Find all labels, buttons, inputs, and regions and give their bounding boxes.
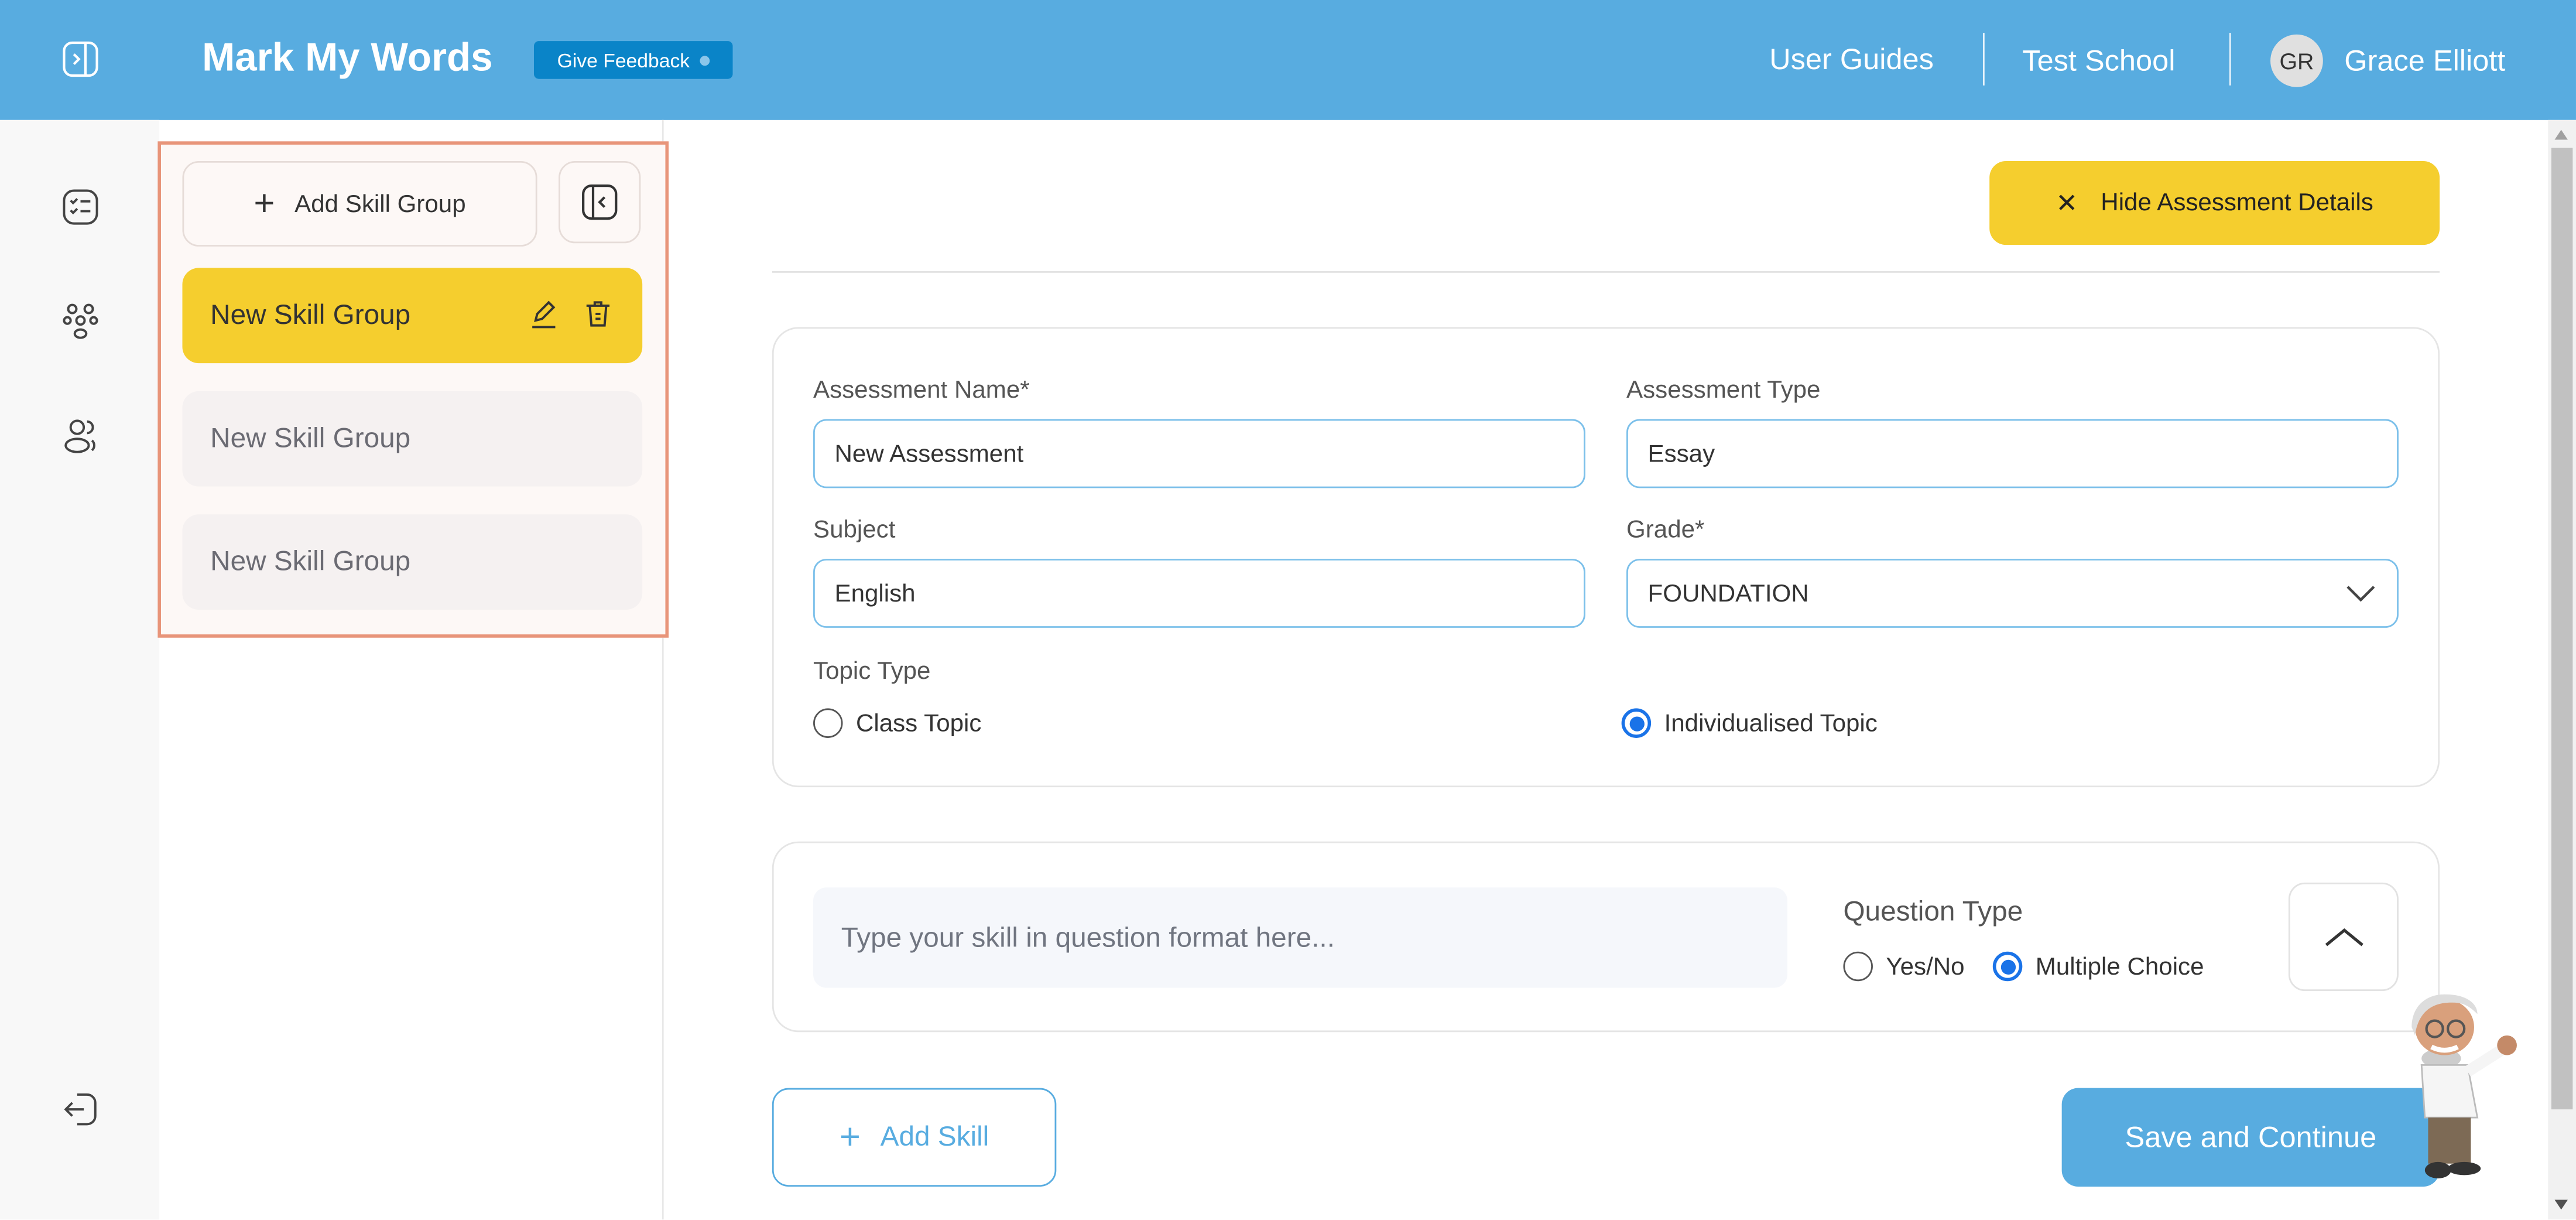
radio-selected-icon — [1992, 951, 2023, 982]
give-feedback-button[interactable]: Give Feedback — [533, 41, 733, 79]
plus-icon: + — [254, 182, 275, 224]
collapse-skill-button[interactable] — [2288, 882, 2399, 992]
class-topic-radio[interactable]: Class Topic — [813, 708, 981, 738]
chevron-down-icon — [2347, 586, 2375, 602]
chevron-up-icon — [2324, 928, 2363, 946]
scroll-down-icon[interactable] — [2554, 1200, 2568, 1210]
yes-no-radio[interactable]: Yes/No — [1843, 951, 1965, 982]
radio-label: Individualised Topic — [1664, 709, 1878, 737]
add-skill-label: Add Skill — [880, 1120, 989, 1153]
assessment-name-input[interactable]: New Assessment — [813, 419, 1585, 488]
radio-label: Multiple Choice — [2035, 952, 2204, 980]
top-header: Mark My Words Give Feedback User Guides … — [0, 0, 2576, 120]
skill-question-input[interactable]: Type your skill in question format here.… — [813, 887, 1788, 988]
scrollbar[interactable] — [2548, 119, 2576, 1220]
feedback-label: Give Feedback — [557, 48, 690, 72]
question-type-label: Question Type — [1843, 896, 2023, 927]
skill-group-item[interactable]: New Skill Group — [182, 391, 643, 487]
skill-group-label: New Skill Group — [210, 545, 411, 577]
school-name[interactable]: Test School — [2022, 45, 2175, 79]
plus-icon: + — [839, 1116, 861, 1157]
panel-toggle-icon[interactable] — [59, 38, 102, 81]
divider — [1982, 33, 1985, 86]
assessment-name-label: Assessment Name* — [813, 376, 1030, 405]
subject-label: Subject — [813, 516, 896, 544]
edit-icon[interactable] — [527, 298, 560, 339]
radio-label: Class Topic — [855, 709, 982, 737]
grade-select[interactable]: FOUNDATION — [1626, 559, 2399, 628]
user-name[interactable]: Grace Elliott — [2344, 45, 2505, 79]
skill-group-item[interactable]: New Skill Group — [182, 514, 643, 610]
skill-group-label: New Skill Group — [210, 299, 411, 331]
mascot-image[interactable] — [2402, 986, 2527, 1184]
collapse-panel-button[interactable] — [559, 160, 641, 244]
subject-input[interactable]: English — [813, 559, 1585, 628]
radio-label: Yes/No — [1886, 952, 1965, 980]
divider — [772, 271, 2440, 273]
avatar[interactable]: GR — [2270, 34, 2323, 87]
add-skill-group-button[interactable]: + Add Skill Group — [182, 160, 537, 247]
radio-icon — [1843, 951, 1873, 982]
topic-type-label: Topic Type — [813, 657, 931, 686]
scrollbar-thumb[interactable] — [2551, 148, 2573, 1110]
hide-details-label: Hide Assessment Details — [2101, 189, 2373, 217]
groups-icon[interactable] — [59, 301, 102, 344]
assessment-list-icon[interactable] — [59, 186, 102, 228]
app-title: Mark My Words — [202, 36, 493, 81]
left-rail — [0, 119, 160, 1220]
hide-assessment-details-button[interactable]: ✕ Hide Assessment Details — [1989, 160, 2440, 245]
divider — [2229, 33, 2231, 86]
dot-icon — [700, 55, 710, 65]
delete-icon[interactable] — [581, 298, 614, 339]
user-guides-link[interactable]: User Guides — [1769, 43, 1934, 77]
assessment-type-input[interactable]: Essay — [1626, 419, 2399, 488]
assessment-type-label: Assessment Type — [1626, 376, 1821, 405]
save-and-continue-button[interactable]: Save and Continue — [2061, 1088, 2440, 1187]
grade-label: Grade* — [1626, 516, 1705, 544]
add-skill-button[interactable]: + Add Skill — [772, 1088, 1057, 1187]
multiple-choice-radio[interactable]: Multiple Choice — [1992, 951, 2204, 982]
scroll-up-icon[interactable] — [2554, 129, 2568, 140]
grade-value: FOUNDATION — [1647, 579, 1809, 607]
individualised-topic-radio[interactable]: Individualised Topic — [1621, 708, 1878, 738]
add-skill-group-label: Add Skill Group — [294, 190, 466, 218]
logout-icon[interactable] — [59, 1088, 102, 1131]
skill-group-item[interactable]: New Skill Group — [182, 268, 643, 364]
radio-selected-icon — [1621, 708, 1652, 738]
users-icon[interactable] — [59, 414, 102, 457]
close-icon: ✕ — [2056, 190, 2078, 218]
skill-group-label: New Skill Group — [210, 422, 411, 454]
collapse-panel-icon — [582, 184, 618, 220]
radio-icon — [813, 708, 843, 738]
